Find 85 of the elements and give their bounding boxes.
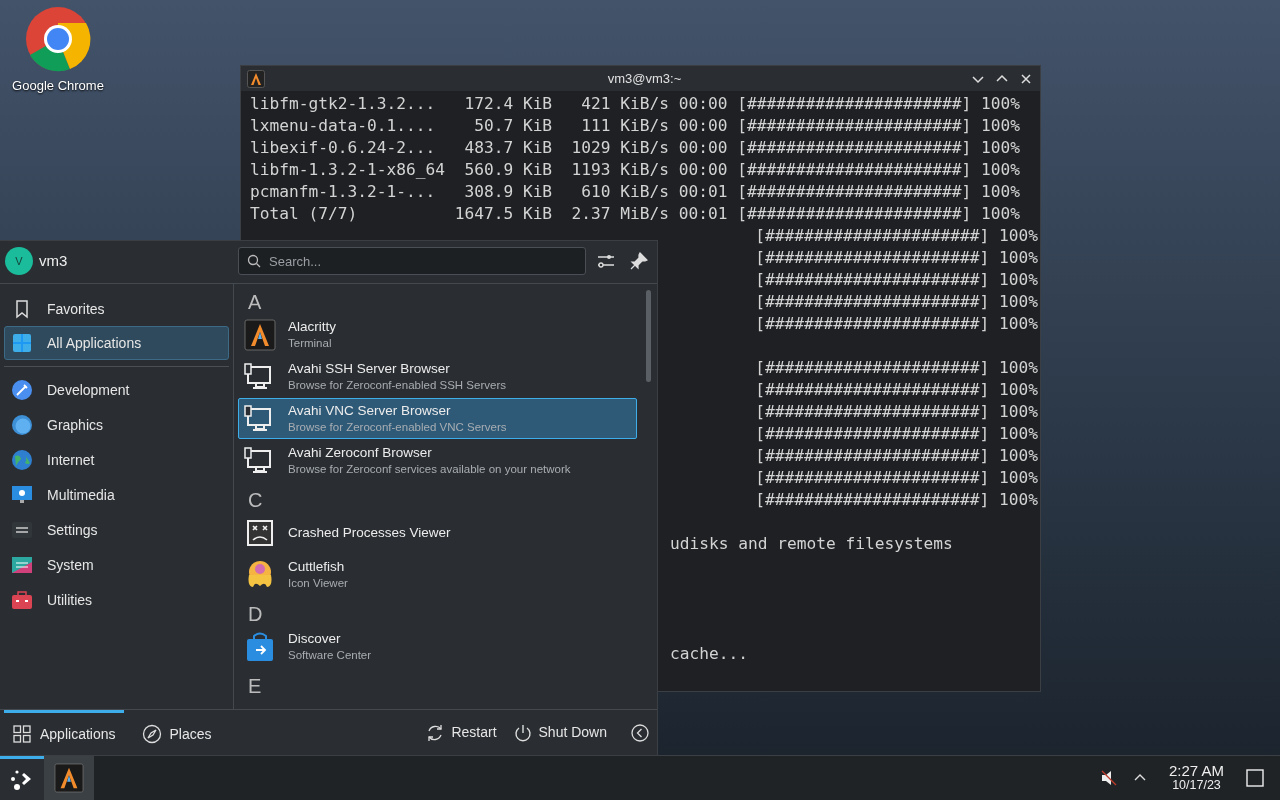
app-description: Browse for Zeroconf services available on your network: [288, 461, 571, 477]
user-name: vm3: [39, 250, 68, 271]
scrollbar[interactable]: [646, 290, 651, 382]
app-list-item[interactable]: Avahi VNC Server Browser Browse for Zeroconf-enabled VNC Servers: [238, 398, 637, 439]
sidebar-item[interactable]: Graphics: [4, 408, 229, 442]
terminal-line: Total (7/7) 1647.5 KiB 2.37 MiB/s 00:01 [######################] 100%: [250, 203, 1021, 225]
grid-icon: [11, 332, 33, 354]
circle-icon: [11, 414, 33, 436]
user-avatar[interactable]: V: [5, 247, 33, 275]
app-list-item[interactable]: Alacritty Terminal: [238, 314, 637, 355]
section-letter: A: [248, 290, 262, 314]
launcher-button[interactable]: [0, 756, 44, 800]
sidebar-item[interactable]: System: [4, 548, 229, 582]
globe-icon: [11, 449, 33, 471]
clock-time: 2:27 AM: [1168, 763, 1224, 778]
app-description: Icon Viewer: [288, 575, 348, 591]
sidebar-item[interactable]: Multimedia: [4, 478, 229, 512]
power-button[interactable]: Shut Down: [508, 717, 611, 748]
app-name: Crashed Processes Viewer: [288, 524, 451, 541]
terminal-line: [######################] 100%: [755, 401, 1038, 423]
terminal-line: [######################] 100%: [755, 269, 1038, 291]
terminal-line: [######################] 100%: [755, 445, 1038, 467]
clock[interactable]: 2:27 AM 10/17/23: [1168, 763, 1224, 793]
sidebar-item[interactable]: Settings: [4, 513, 229, 547]
footer-tab[interactable]: Places: [133, 710, 220, 755]
terminal-line: udisks and remote filesystems: [670, 534, 953, 553]
monitor-icon: [11, 484, 33, 506]
app-name: Alacritty: [288, 318, 336, 335]
grid-icon: [12, 724, 32, 744]
terminal-line: libfm-gtk2-1.3.2... 172.4 KiB 421 KiB/s 00:00 [######################] 100%: [250, 93, 1021, 115]
terminal-line: [######################] 100%: [755, 225, 1038, 247]
window-title: vm3@vm3:~: [607, 69, 682, 88]
terminal-line: [######################] 100%: [755, 313, 1038, 335]
app-description: Software Center: [288, 647, 372, 663]
search-field[interactable]: Search...: [238, 247, 586, 275]
terminal-line: [######################] 100%: [755, 423, 1038, 445]
sidebar-item[interactable]: All Applications: [4, 326, 229, 360]
app-description: Terminal: [288, 335, 333, 351]
toolbox-icon: [11, 589, 33, 611]
terminal-line: libexif-0.6.24-2... 483.7 KiB 1029 KiB/s 00:00 [######################] 100%: [250, 137, 1021, 159]
terminal-app-icon: [247, 69, 265, 88]
app-name: Avahi VNC Server Browser: [288, 402, 452, 419]
power-icon: [512, 722, 533, 743]
terminal-line: [######################] 100%: [755, 379, 1038, 401]
section-letter: D: [248, 602, 263, 626]
terminal-line: cache...: [670, 644, 748, 663]
sidebar-item[interactable]: Internet: [4, 443, 229, 477]
section-letter: C: [248, 488, 263, 512]
app-name: Discover: [288, 630, 342, 647]
pin-icon[interactable]: [630, 252, 648, 270]
search-icon: [247, 254, 261, 268]
app-list-item[interactable]: Crashed Processes Viewer: [238, 512, 637, 553]
terminal-line: [######################] 100%: [755, 247, 1038, 269]
sliders-icon: [11, 519, 33, 541]
taskbar-task[interactable]: [44, 756, 94, 800]
circle-logo-icon[interactable]: [25, 6, 91, 72]
terminal-line: [######################] 100%: [755, 357, 1038, 379]
app-name: Avahi SSH Server Browser: [288, 360, 451, 377]
terminal-line: [######################] 100%: [755, 489, 1038, 511]
sidebar-item[interactable]: Utilities: [4, 583, 229, 617]
app-description: Browse for Zeroconf-enabled SSH Servers: [288, 377, 506, 393]
app-name: Avahi Zeroconf Browser: [288, 444, 433, 461]
section-letter: E: [248, 674, 262, 698]
terminal-line: lxmenu-data-0.1.... 50.7 KiB 111 KiB/s 00:00 [######################] 100%: [250, 115, 1021, 137]
terminal-line: pcmanfm-1.3.2-1-... 308.9 KiB 610 KiB/s 00:01 [######################] 100%: [250, 181, 1021, 203]
terminal-app-icon: [244, 318, 276, 351]
app-description: Browse for Zeroconf-enabled VNC Servers: [288, 419, 507, 435]
terminal-line: [######################] 100%: [755, 467, 1038, 489]
clock-date: 10/17/23: [1172, 778, 1221, 793]
show-desktop-icon[interactable]: [1246, 769, 1264, 787]
desktop-icon-label[interactable]: Google Chrome: [12, 76, 104, 96]
terminal-app-icon: [54, 763, 84, 793]
app-name: Cuttlefish: [288, 558, 346, 575]
compass-icon: [141, 724, 162, 744]
app-list-item[interactable]: Discover Software Center: [238, 626, 637, 667]
app-list-item[interactable]: Avahi SSH Server Browser Browse for Zeroconf-enabled SSH Servers: [238, 356, 637, 397]
terminal-line: [######################] 100%: [755, 291, 1038, 313]
app-list-item[interactable]: Cuttlefish Icon Viewer: [238, 554, 637, 595]
sidebar-item[interactable]: Favorites: [4, 292, 229, 326]
back-icon[interactable]: [631, 723, 649, 742]
power-button[interactable]: Restart: [421, 717, 501, 748]
app-list-item[interactable]: Avahi Zeroconf Browser Browse for Zeroconf services available on your network: [238, 440, 637, 481]
terminal-line: libfm-1.3.2-1-x86_64 560.9 KiB 1193 KiB/s 00:00 [######################] 100%: [250, 159, 1021, 181]
sidebar-item[interactable]: Development: [4, 373, 229, 407]
shopping-bag-icon: [244, 630, 276, 663]
